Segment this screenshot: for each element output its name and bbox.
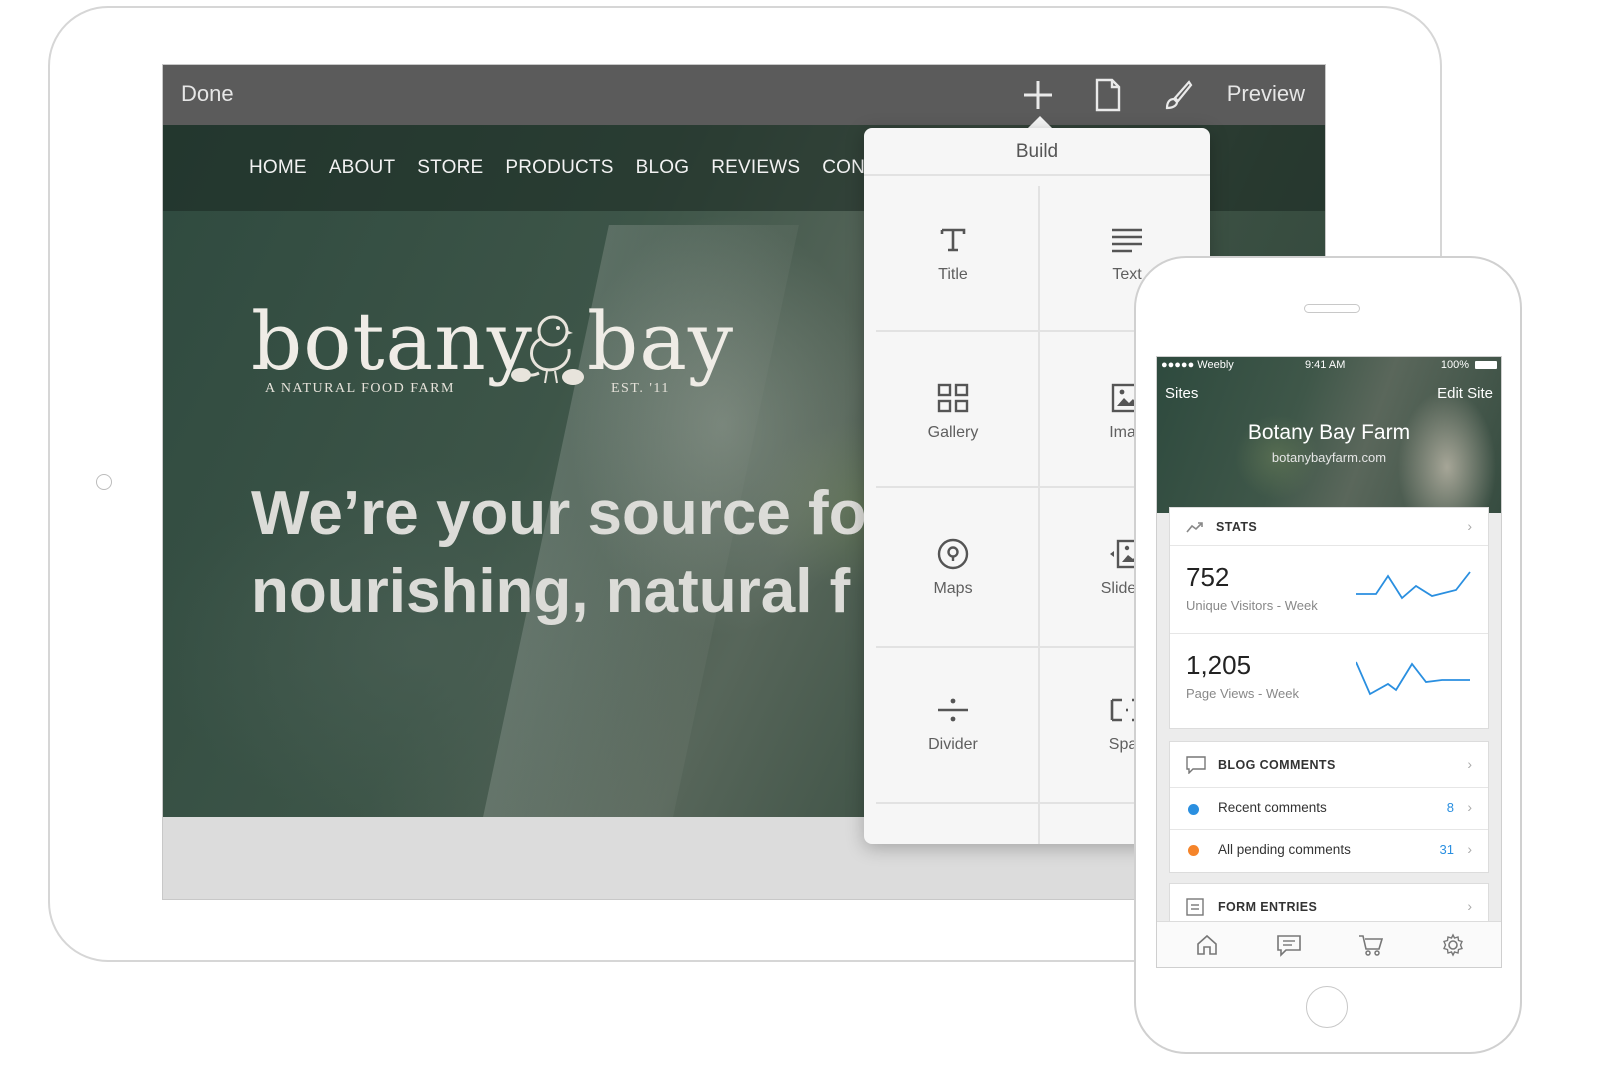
blog-comments-title: BLOG COMMENTS [1218,758,1336,772]
comments-icon [1277,935,1301,957]
chevron-right-icon: › [1467,799,1472,815]
pageviews-label: Page Views - Week [1186,686,1299,701]
tablet-home-button[interactable] [96,474,112,490]
nav-home[interactable]: HOME [249,157,307,179]
logo-word-bay: bay [587,295,735,388]
visitors-value: 752 [1186,562,1230,592]
nav-about[interactable]: ABOUT [329,157,395,179]
pending-comments-label: All pending comments [1218,842,1351,857]
build-item-gallery[interactable]: Gallery [866,338,1040,494]
site-logo: botany bay A NATURAL FOOD FARM EST. '11 [251,295,735,425]
chevron-right-icon: › [1467,898,1472,914]
tagline-line-1: We’re your source fo [251,479,867,548]
tab-home[interactable] [1193,931,1221,959]
hero-tagline: We’re your source fo nourishing, natural… [251,475,867,631]
status-carrier: ●●●●● Weebly [1161,359,1234,371]
tab-settings[interactable] [1439,931,1467,959]
chevron-right-icon: › [1467,756,1472,772]
stats-title: STATS [1216,520,1258,534]
editor-toolbar: Done Preview [163,65,1325,125]
form-entries-title: FORM ENTRIES [1218,900,1318,914]
phone-screen: ●●●●● Weebly 9:41 AM 100% Sites Edit Sit… [1156,356,1502,968]
stats-card: STATS › 752 Unique Visitors - Week 1,205… [1169,507,1489,729]
phone-frame: ●●●●● Weebly 9:41 AM 100% Sites Edit Sit… [1134,256,1522,1054]
gallery-icon [937,383,969,413]
build-item-divider[interactable]: Divider [866,650,1040,806]
recent-comments-row[interactable]: Recent comments 8 › [1170,788,1488,830]
map-pin-icon [937,538,969,570]
form-icon [1186,898,1204,916]
settings-icon [1443,933,1463,957]
status-battery: 100% [1440,359,1469,371]
pages-button[interactable] [1088,75,1128,115]
phone-speaker [1304,304,1360,313]
visitors-stat[interactable]: 752 Unique Visitors - Week [1170,546,1488,634]
pending-comments-row[interactable]: All pending comments 31 › [1170,830,1488,872]
stats-header[interactable]: STATS › [1170,508,1488,546]
logo-subtitle: A NATURAL FOOD FARM [265,381,455,396]
build-item-label: Maps [933,580,973,597]
build-item-label: Title [938,266,968,283]
nav-products[interactable]: PRODUCTS [505,157,613,179]
design-button[interactable] [1158,75,1198,115]
nav-store[interactable]: STORE [417,157,483,179]
pageviews-value: 1,205 [1186,650,1252,680]
status-time: 9:41 AM [1305,359,1346,371]
trend-icon [1186,522,1203,533]
nav-blog[interactable]: BLOG [636,157,690,179]
preview-button[interactable]: Preview [1227,81,1305,107]
tagline-line-2: nourishing, natural f [251,557,851,626]
pending-dot [1188,845,1199,856]
site-domain[interactable]: botanybayfarm.com [1157,450,1501,465]
site-header: ●●●●● Weebly 9:41 AM 100% Sites Edit Sit… [1157,357,1501,513]
build-item-label: Gallery [927,424,979,441]
build-item-title[interactable]: Title [866,180,1040,336]
home-icon [1197,934,1217,955]
add-icon [1024,81,1052,109]
build-item-label: Divider [928,736,978,753]
page-icon [1095,78,1121,112]
nav-reviews[interactable]: REVIEWS [711,157,800,179]
title-icon [940,228,966,252]
build-item-maps[interactable]: Maps [866,494,1040,650]
logo-established: EST. '11 [611,381,670,396]
logo-word-botany: botany [251,295,533,388]
cart-icon [1359,935,1384,956]
edit-site-button[interactable]: Edit Site [1437,385,1493,402]
sites-button[interactable]: Sites [1165,385,1198,402]
pageviews-stat[interactable]: 1,205 Page Views - Week [1170,634,1488,730]
pending-comments-count: 31 [1439,842,1454,857]
build-title: Build [864,128,1210,176]
brush-icon [1165,80,1193,110]
tab-store[interactable] [1357,931,1385,959]
tab-bar [1157,921,1501,967]
chevron-right-icon: › [1467,841,1472,857]
chick-logo-icon [511,315,584,385]
recent-comments-count: 8 [1446,800,1454,815]
tab-comments[interactable] [1275,931,1303,959]
done-button[interactable]: Done [181,81,234,107]
pageviews-sparkline [1356,661,1470,696]
site-title: Botany Bay Farm [1247,421,1411,444]
comment-icon [1186,756,1206,774]
add-button[interactable] [1018,75,1058,115]
blog-comments-card: BLOG COMMENTS › Recent comments 8 › All … [1169,741,1489,873]
visitors-sparkline [1356,571,1471,600]
text-icon [1112,228,1142,253]
recent-comments-label: Recent comments [1218,800,1327,815]
phone-home-button[interactable] [1306,986,1348,1028]
chevron-right-icon: › [1467,518,1472,534]
blog-comments-header[interactable]: BLOG COMMENTS › [1170,742,1488,788]
recent-dot [1188,804,1199,815]
divider-icon [938,698,968,722]
visitors-label: Unique Visitors - Week [1186,598,1318,613]
battery-icon [1475,361,1497,369]
